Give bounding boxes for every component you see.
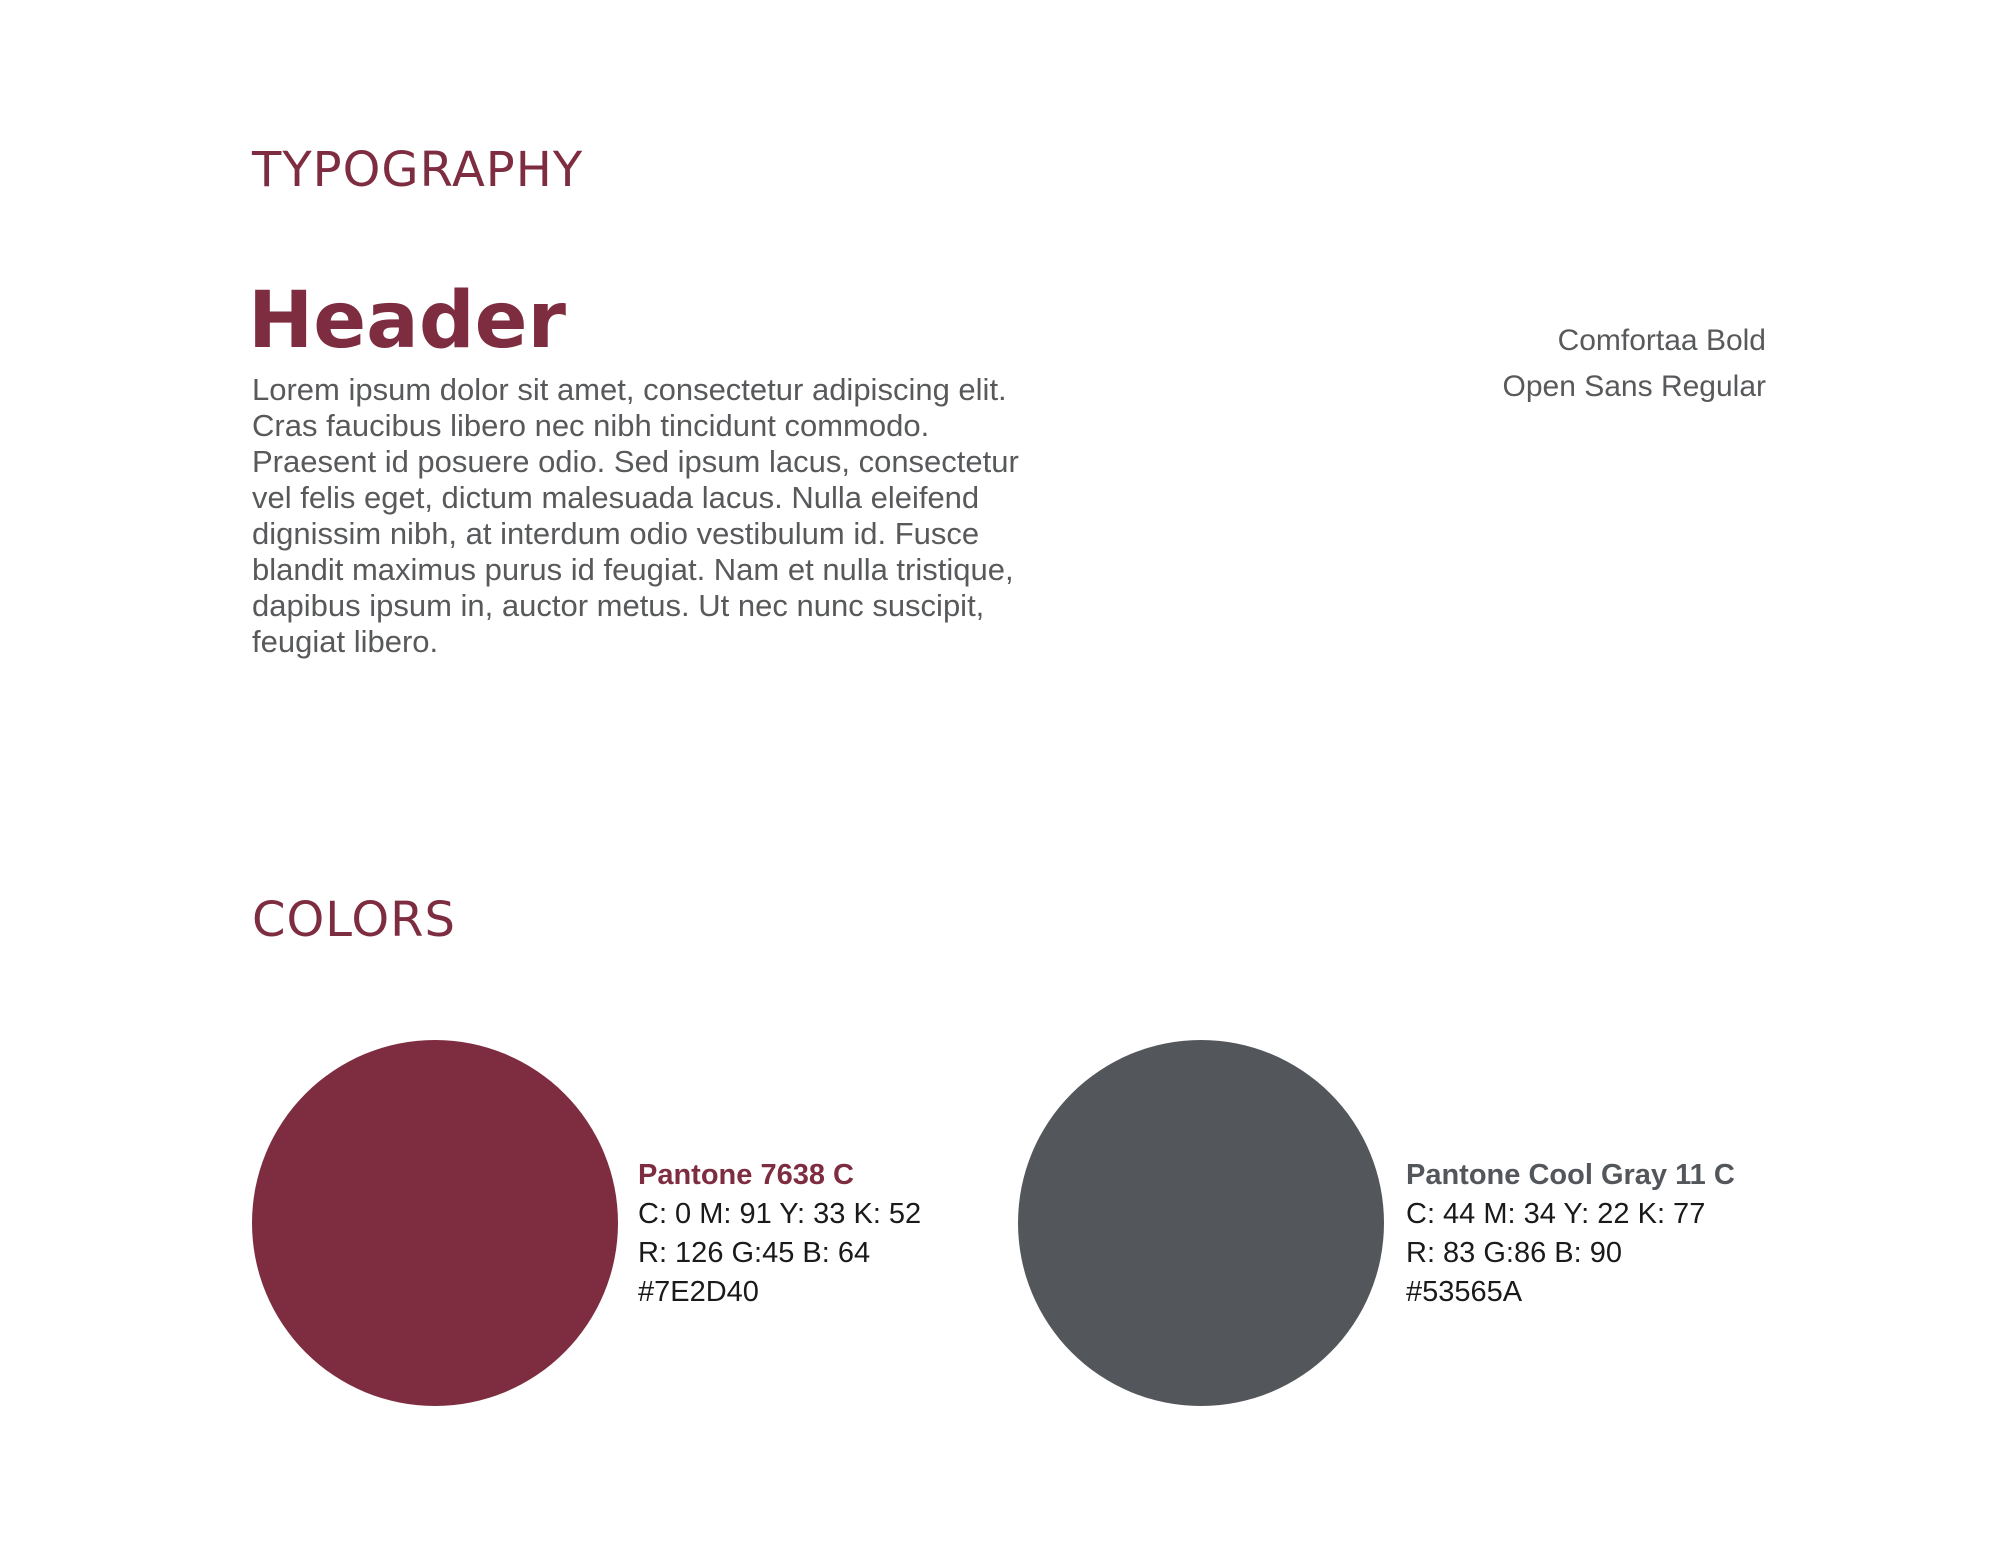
font-list: Comfortaa Bold Open Sans Regular <box>1503 318 1767 410</box>
font-name-heading: Comfortaa Bold <box>1557 324 1766 357</box>
color-rgb: R: 83 G:86 B: 90 <box>1406 1237 1623 1269</box>
color-info-primary: Pantone 7638 C C: 0 M: 91 Y: 33 K: 52 R:… <box>638 1156 921 1312</box>
typography-title: TYPOGRAPHY <box>252 142 584 198</box>
header-sample: Header <box>248 276 567 366</box>
body-text-sample: Lorem ipsum dolor sit amet, consectetur … <box>252 372 1019 659</box>
color-rgb: R: 126 G:45 B: 64 <box>638 1237 871 1269</box>
color-name: Pantone Cool Gray 11 C <box>1406 1159 1735 1191</box>
colors-title: COLORS <box>252 892 456 948</box>
color-swatch-secondary <box>1018 1040 1384 1406</box>
color-name: Pantone 7638 C <box>638 1159 854 1191</box>
color-hex: #7E2D40 <box>638 1276 759 1308</box>
color-cmyk: C: 44 M: 34 Y: 22 K: 77 <box>1406 1198 1706 1230</box>
color-info-secondary: Pantone Cool Gray 11 C C: 44 M: 34 Y: 22… <box>1406 1156 1735 1312</box>
color-swatch-primary <box>252 1040 618 1406</box>
font-name-body: Open Sans Regular <box>1502 370 1767 403</box>
color-cmyk: C: 0 M: 91 Y: 33 K: 52 <box>638 1198 922 1230</box>
color-hex: #53565A <box>1406 1276 1523 1308</box>
